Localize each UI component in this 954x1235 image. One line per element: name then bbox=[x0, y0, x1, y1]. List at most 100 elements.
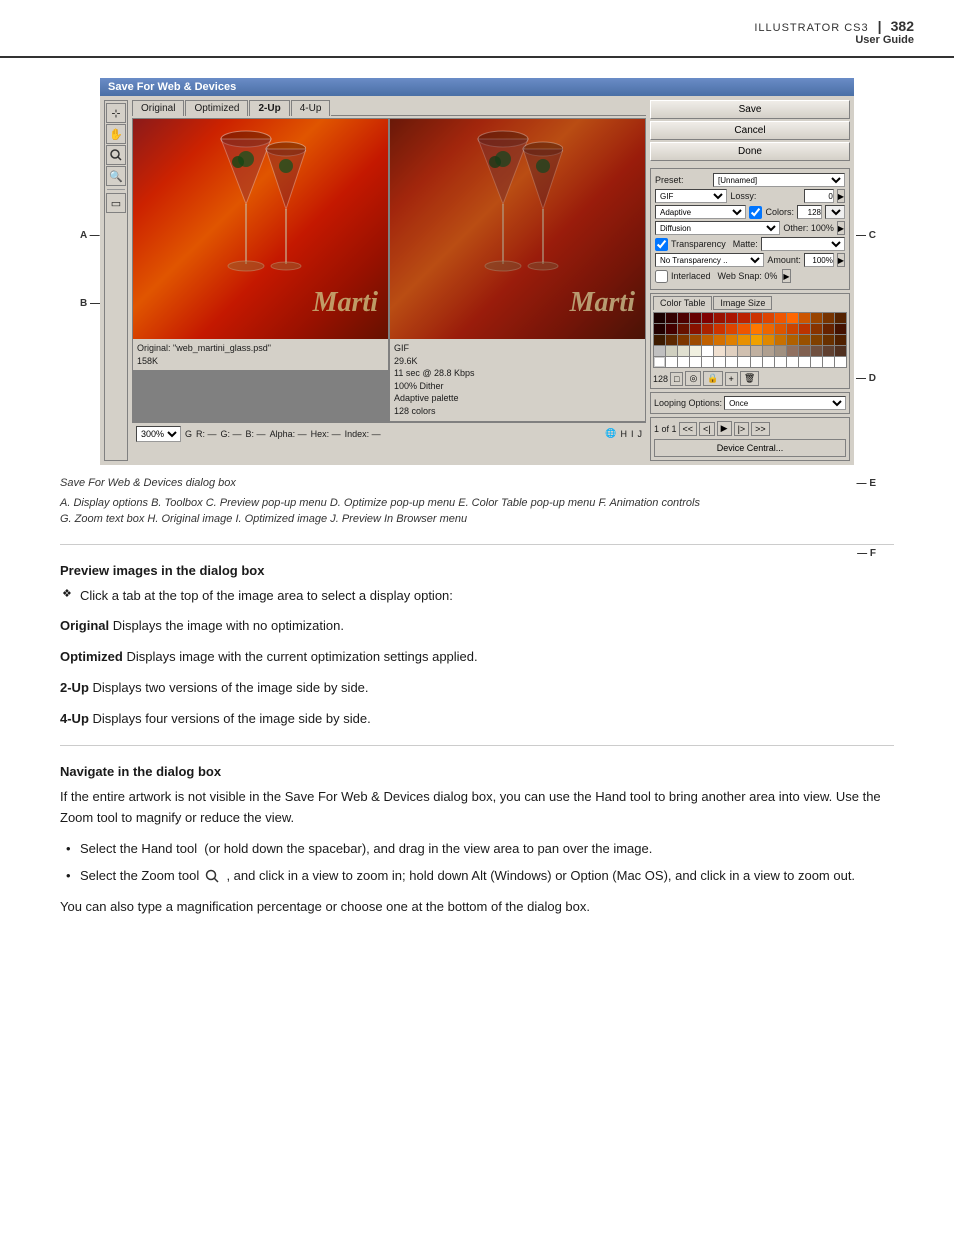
ct-btn-3[interactable]: 🔒 bbox=[703, 371, 722, 386]
cancel-button[interactable]: Cancel bbox=[650, 121, 850, 140]
colors-select[interactable]: v bbox=[825, 205, 845, 219]
para-original: Original Displays the image with no opti… bbox=[60, 616, 894, 637]
anim-first[interactable]: << bbox=[679, 422, 698, 436]
image-filesize-1: 158K bbox=[137, 355, 384, 368]
page-number: 382 bbox=[891, 18, 914, 34]
lossy-input[interactable] bbox=[804, 189, 834, 203]
color-cell bbox=[763, 346, 774, 356]
frame-info: 1 of 1 bbox=[654, 424, 677, 434]
zoom-select[interactable]: 300% 100% 200% bbox=[136, 426, 181, 442]
color-cell bbox=[799, 335, 810, 345]
tab-4up[interactable]: 4-Up bbox=[291, 100, 331, 116]
amount-input[interactable] bbox=[804, 253, 834, 267]
color-cell bbox=[775, 324, 786, 334]
color-cell bbox=[835, 335, 846, 345]
diffusion-select[interactable]: Diffusion bbox=[655, 221, 780, 235]
other-arrow[interactable]: ▶ bbox=[837, 221, 845, 235]
browser-btn[interactable]: 🌐 bbox=[605, 428, 616, 439]
websnap-arrow[interactable]: ▶ bbox=[782, 269, 790, 283]
label-alpha: Alpha: — bbox=[270, 429, 307, 439]
transparency-row: Transparency Matte: bbox=[655, 237, 845, 251]
done-button[interactable]: Done bbox=[650, 142, 850, 161]
zoom-tool-icon bbox=[205, 868, 221, 884]
color-cell bbox=[799, 324, 810, 334]
ct-tab-colortable[interactable]: Color Table bbox=[653, 296, 712, 310]
tool-select[interactable]: ⊹ bbox=[106, 103, 126, 123]
tab-2up[interactable]: 2-Up bbox=[249, 100, 289, 116]
anim-next[interactable]: |> bbox=[734, 422, 750, 436]
tool-zoom[interactable] bbox=[106, 145, 126, 165]
color-cell bbox=[787, 346, 798, 356]
lossy-arrow[interactable]: ▶ bbox=[837, 189, 845, 203]
label-hex: Hex: — bbox=[311, 429, 341, 439]
anim-last[interactable]: >> bbox=[751, 422, 770, 436]
label-D: — D bbox=[856, 373, 876, 384]
interlaced-check[interactable] bbox=[655, 270, 668, 283]
dialog-right-panel: Save Cancel Done Preset: [Unnamed] bbox=[650, 100, 850, 461]
color-cell bbox=[823, 313, 834, 323]
ct-btn-1[interactable]: □ bbox=[670, 372, 683, 386]
ct-btn-2[interactable]: ◎ bbox=[685, 371, 701, 386]
looping-select[interactable]: Once bbox=[724, 396, 846, 410]
color-cell bbox=[763, 357, 774, 367]
section-divider bbox=[60, 544, 894, 545]
matte-select[interactable] bbox=[761, 237, 845, 251]
label-j: J bbox=[638, 429, 643, 439]
color-cell bbox=[702, 335, 713, 345]
color-cell bbox=[690, 335, 701, 345]
ct-btn-4[interactable]: + bbox=[725, 372, 738, 386]
tool-toggle[interactable]: ▭ bbox=[106, 193, 126, 213]
color-cell bbox=[787, 335, 798, 345]
label-A: A — bbox=[80, 230, 100, 241]
transparency-check[interactable] bbox=[655, 238, 668, 251]
action-buttons: Save Cancel Done bbox=[650, 100, 850, 161]
tab-original[interactable]: Original bbox=[132, 100, 184, 116]
caption-labels-1: A. Display options B. Toolbox C. Preview… bbox=[60, 495, 894, 512]
label-i: I bbox=[631, 429, 634, 439]
save-button[interactable]: Save bbox=[650, 100, 850, 119]
navigate-footer: You can also type a magnification percen… bbox=[60, 897, 894, 918]
dialog-left-panel: Original Optimized 2-Up 4-Up bbox=[132, 100, 646, 461]
amount-arrow[interactable]: ▶ bbox=[837, 253, 845, 267]
section-heading-navigate: Navigate in the dialog box bbox=[60, 764, 894, 779]
ct-btn-5[interactable]: 🗑 bbox=[740, 371, 759, 386]
color-cell bbox=[726, 335, 737, 345]
tool-hand[interactable]: ✋ bbox=[106, 124, 126, 144]
color-cell bbox=[787, 313, 798, 323]
adaptive-select[interactable]: Adaptive bbox=[655, 205, 746, 219]
color-cell bbox=[726, 313, 737, 323]
color-cell bbox=[799, 346, 810, 356]
color-cell bbox=[835, 357, 846, 367]
preset-select[interactable]: [Unnamed] bbox=[713, 173, 845, 187]
color-count: 128 bbox=[653, 374, 668, 384]
tab-optimized[interactable]: Optimized bbox=[185, 100, 248, 116]
color-cell bbox=[690, 324, 701, 334]
format-select[interactable]: GIF bbox=[655, 189, 727, 203]
color-cell bbox=[738, 313, 749, 323]
anim-play[interactable]: ▶ bbox=[717, 421, 732, 436]
label-g: G bbox=[185, 429, 192, 439]
device-central-button[interactable]: Device Central... bbox=[654, 439, 846, 457]
image-filename: Original: "web_martini_glass.psd" bbox=[137, 342, 384, 355]
dialog-title-bar: Save For Web & Devices bbox=[100, 78, 854, 96]
notrans-select[interactable]: No Transparency .. bbox=[655, 253, 764, 267]
color-cell bbox=[714, 357, 725, 367]
color-cell bbox=[823, 346, 834, 356]
color-cell bbox=[714, 346, 725, 356]
tool-eyedropper[interactable]: 🔍 bbox=[106, 166, 126, 186]
lossy-label: Lossy: bbox=[730, 191, 800, 201]
navigate-intro: If the entire artwork is not visible in … bbox=[60, 787, 894, 829]
color-cell bbox=[690, 313, 701, 323]
label-b: B: — bbox=[246, 429, 266, 439]
anim-prev[interactable]: <| bbox=[699, 422, 715, 436]
adaptive-check[interactable] bbox=[749, 206, 762, 219]
looping-controls: Looping Options: Once bbox=[650, 392, 850, 414]
color-cell bbox=[678, 313, 689, 323]
colors-input[interactable] bbox=[797, 205, 822, 219]
color-cell bbox=[811, 346, 822, 356]
dialog-wrapper: A — B — — C — D — E — F Save For Web & D… bbox=[80, 78, 874, 465]
color-cell bbox=[751, 357, 762, 367]
ct-tab-imagesize[interactable]: Image Size bbox=[713, 296, 772, 310]
color-cell bbox=[654, 313, 665, 323]
color-cell bbox=[738, 357, 749, 367]
